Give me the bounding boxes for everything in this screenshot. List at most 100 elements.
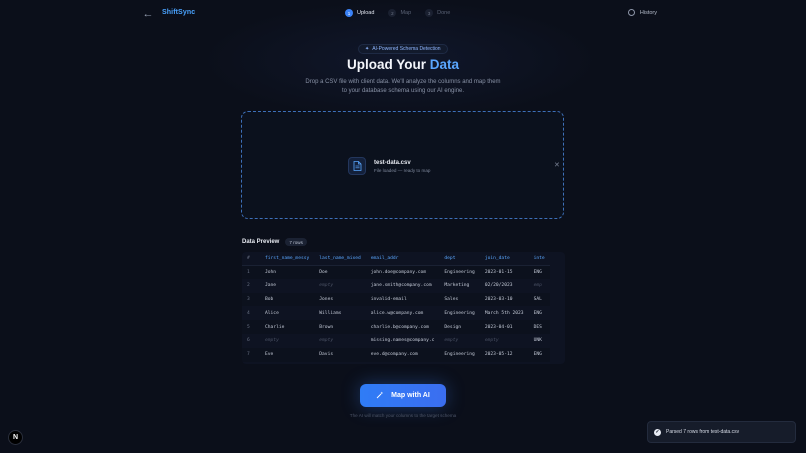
step-label: Map xyxy=(400,10,412,16)
table-cell: 7 xyxy=(242,347,260,362)
table-cell: Design xyxy=(439,320,480,334)
step-upload: 1 Upload xyxy=(345,9,374,17)
table-row: 7 Eve Davis eve.d@company.com Engineerin… xyxy=(242,347,550,362)
page-title-main: Upload Your xyxy=(346,57,430,72)
table-cell: Doe xyxy=(314,265,366,279)
table-cell: Williams xyxy=(319,310,342,316)
column-header: join_date xyxy=(479,252,529,266)
table-cell: Engineering xyxy=(444,310,475,316)
page-title: Upload Your Data xyxy=(0,57,806,72)
table-cell: UNK xyxy=(533,338,542,344)
table-cell: 2 xyxy=(247,283,250,289)
table-cell: ENG xyxy=(528,347,550,362)
table-cell: Davis xyxy=(314,347,366,362)
table-cell-empty: empty xyxy=(484,338,499,344)
table-cell: ENG xyxy=(533,310,542,316)
column-header: # xyxy=(242,252,260,266)
data-preview-table[interactable]: # first_name_messy last_name_mixed email… xyxy=(242,252,565,364)
top-bar: ← ShiftSync 1 Upload 2 Map 3 Done Histor… xyxy=(0,0,806,28)
table-cell: Eve xyxy=(260,347,315,362)
step-number: 3 xyxy=(425,9,434,17)
table-cell-empty: empty xyxy=(319,338,334,344)
step-indicator: 1 Upload 2 Map 3 Done xyxy=(345,9,450,17)
table-cell: Charlie xyxy=(260,320,315,334)
column-header: first_name_messy xyxy=(260,252,315,266)
table-cell: 1 xyxy=(242,265,260,279)
table-cell: ENG xyxy=(528,265,550,279)
back-arrow-icon[interactable]: ← xyxy=(142,8,154,20)
table-cell: jane.smith@company.com xyxy=(370,283,432,289)
table-cell: 2023-03-10 xyxy=(479,292,529,307)
table-cell: charlie.b@company.com xyxy=(365,320,440,334)
table-cell: 4 xyxy=(247,310,250,316)
file-status: File loaded — ready to map xyxy=(374,167,431,173)
step-number: 2 xyxy=(388,9,397,17)
table-row: 3 Bob Jones invalid-email Sales 2023-03-… xyxy=(242,292,550,307)
column-header: email_addr xyxy=(365,252,440,266)
ai-badge-label: AI-Powered Schema Detection xyxy=(372,46,441,52)
file-dropzone[interactable]: test-data.csv File loaded — ready to map… xyxy=(241,111,564,219)
table-cell: Sales xyxy=(439,292,480,307)
table-row: 2 Jane empty jane.smith@company.com Mark… xyxy=(242,279,550,293)
row-count-badge: 7 rows xyxy=(285,238,307,246)
table-cell: Engineering xyxy=(439,347,480,362)
table-cell: invalid-email xyxy=(365,292,440,307)
table-cell: missing.names@company.c xyxy=(370,338,435,344)
data-preview-header: Data Preview 7 rows xyxy=(242,238,307,246)
table-cell: eve.d@company.com xyxy=(365,347,440,362)
map-with-ai-button[interactable]: Map with AI xyxy=(360,384,446,407)
remove-file-close-icon[interactable]: ✕ xyxy=(554,162,560,169)
table-cell: Jones xyxy=(314,292,366,307)
table-cell: Jane xyxy=(265,283,277,289)
table-cell: Alice xyxy=(265,310,279,316)
table-row: 6 empty empty missing.names@company.c em… xyxy=(242,334,550,348)
table-cell: 2023-04-01 xyxy=(479,320,529,334)
table-cell: john.doe@company.com xyxy=(365,265,440,279)
sparkle-icon: ✦ xyxy=(365,46,370,52)
step-label: Upload xyxy=(357,10,375,16)
uploaded-file-card: test-data.csv File loaded — ready to map… xyxy=(348,154,560,178)
table-cell: John xyxy=(260,265,315,279)
table-cell: Marketing xyxy=(444,283,470,289)
table-cell: Brown xyxy=(314,320,366,334)
table-row: 5 Charlie Brown charlie.b@company.com De… xyxy=(242,320,550,334)
column-header: dept xyxy=(439,252,480,266)
toast-message: Parsed 7 rows from test-data.csv xyxy=(666,429,740,435)
brand-name[interactable]: ShiftSync xyxy=(162,9,195,16)
history-button[interactable]: History xyxy=(627,9,657,16)
page-subtitle: Drop a CSV file with client data. We'll … xyxy=(305,79,501,94)
table-cell-empty: empty xyxy=(319,283,334,289)
table-row: 1 John Doe john.doe@company.com Engineer… xyxy=(242,265,550,279)
table-cell: 5 xyxy=(242,320,260,334)
step-label: Done xyxy=(437,10,451,16)
cta-helper-text: The AI will match your columns to the ta… xyxy=(349,413,457,418)
table-cell: SAL xyxy=(528,292,550,307)
magic-wand-icon xyxy=(376,391,384,401)
table-cell: 02/20/2023 xyxy=(484,283,513,289)
check-circle-icon: ✓ xyxy=(654,428,661,436)
file-meta: test-data.csv File loaded — ready to map xyxy=(374,160,430,173)
file-icon xyxy=(348,157,366,175)
column-header: last_name_mixed xyxy=(314,252,366,266)
file-name: test-data.csv xyxy=(374,159,411,166)
toast-notification[interactable]: ✓ Parsed 7 rows from test-data.csv xyxy=(647,421,796,443)
table-cell-empty: empty xyxy=(444,338,459,344)
table-header-row: # first_name_messy last_name_mixed email… xyxy=(242,252,550,266)
step-done: 3 Done xyxy=(425,9,450,17)
column-header: inte xyxy=(528,252,550,266)
step-map: 2 Map xyxy=(388,9,411,17)
step-number: 1 xyxy=(345,9,353,17)
table-cell: 3 xyxy=(242,292,260,307)
table-cell: March 5th 2023 xyxy=(484,310,524,316)
table-cell: DES xyxy=(528,320,550,334)
table-row: 4 Alice Williams alice.w@company.com Eng… xyxy=(242,306,550,320)
table-cell: 6 xyxy=(247,338,250,344)
table-cell: 2023-05-12 xyxy=(479,347,529,362)
history-icon xyxy=(627,9,635,16)
map-with-ai-label: Map with AI xyxy=(391,392,430,399)
corner-logo[interactable]: N xyxy=(8,430,23,445)
history-label: History xyxy=(639,9,657,16)
table-cell: 2023-01-15 xyxy=(479,265,529,279)
ai-badge: ✦ AI-Powered Schema Detection xyxy=(358,44,448,54)
page-title-accent: Data xyxy=(429,57,460,72)
